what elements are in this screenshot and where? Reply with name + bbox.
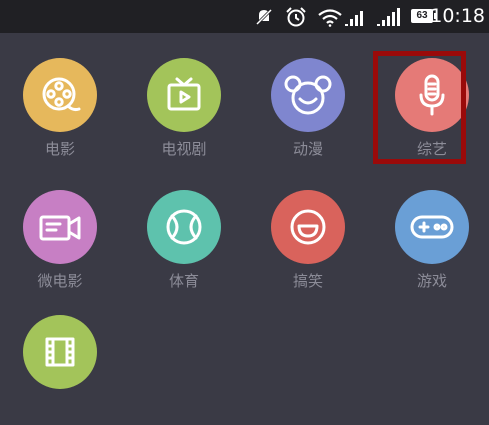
alarm-icon [285,0,307,33]
category-icon-circle [147,58,221,132]
selection-highlight [373,51,466,164]
category-label: 动漫 [292,140,323,158]
gamepad-icon [410,215,454,239]
signal-icon [377,0,403,33]
signal-icon [345,0,367,33]
category-label: 电影 [44,140,75,158]
category-documentary[interactable] [10,315,110,425]
wifi-icon [317,0,343,33]
category-label: 电视剧 [161,140,207,158]
category-anime[interactable]: 动漫 [258,58,358,168]
tv-icon [167,77,201,111]
ball-icon [166,209,202,245]
category-icon-circle [147,190,221,264]
category-funny[interactable]: 搞笑 [258,190,358,300]
mickey-face-icon [284,75,332,115]
battery-level: 63 [416,10,428,21]
category-movie[interactable]: 电影 [10,58,110,168]
status-time: 10:18 [430,5,485,27]
category-micro-film[interactable]: 微电影 [10,190,110,300]
video-camera-icon [39,215,81,241]
category-tv-series[interactable]: 电视剧 [134,58,234,168]
category-icon-circle [23,58,97,132]
category-label: 游戏 [416,272,447,290]
category-icon-circle [23,190,97,264]
category-icon-circle [23,315,97,389]
category-label: 体育 [168,272,199,290]
filmstrip-icon [45,337,75,367]
category-label: 搞笑 [292,272,323,290]
category-icon-circle [271,58,345,132]
category-sports[interactable]: 体育 [134,190,234,300]
status-bar: 63 10:18 [0,0,489,33]
category-icon-circle [271,190,345,264]
smile-icon [290,209,326,245]
film-reel-icon [42,77,81,112]
category-icon-circle [395,190,469,264]
mute-icon [254,0,274,33]
category-label: 微电影 [37,272,83,290]
category-grid: 电影 电视剧 动漫 综艺 微电影 体育 搞笑 游戏 [0,33,489,405]
category-games[interactable]: 游戏 [382,190,482,300]
